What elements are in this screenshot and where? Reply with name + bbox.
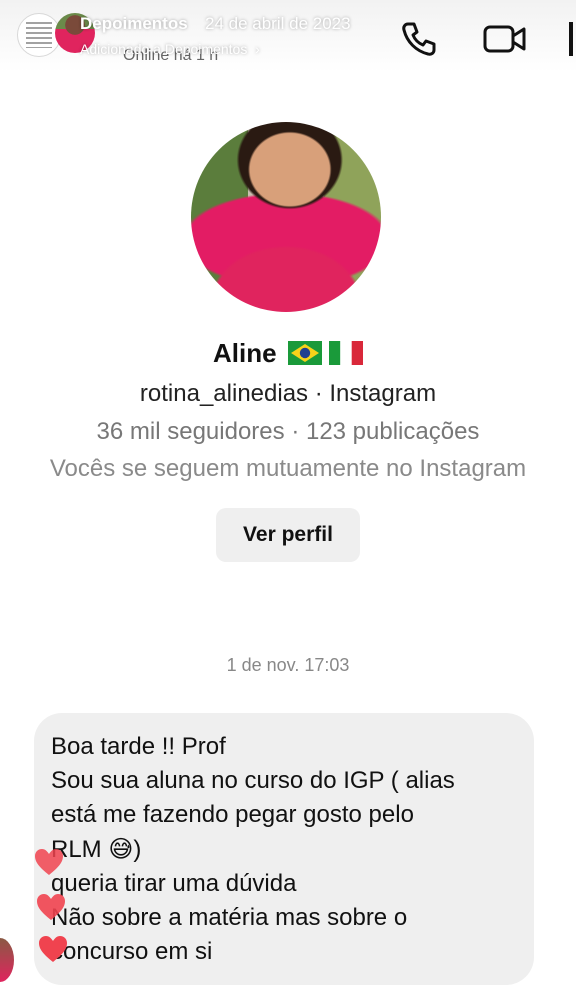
mutual-follow-note: Vocês se seguem mutuamente no Instagram (49, 455, 527, 482)
brazil-flag-icon (287, 341, 322, 365)
chevron-right-icon: › (251, 41, 260, 57)
info-icon[interactable] (566, 20, 576, 58)
message-line: queria tirar uma dúvida (51, 870, 297, 897)
story-title[interactable]: Depoimentos (80, 14, 188, 34)
message-line: Sou sua aluna no curso do IGP ( alias (51, 767, 455, 794)
profile-stats: 36 mil seguidores · 123 publicações (96, 418, 480, 445)
sender-avatar[interactable] (0, 938, 14, 982)
phone-icon[interactable] (398, 18, 438, 58)
video-camera-icon[interactable] (482, 18, 528, 58)
story-added-to-highlight[interactable]: Adicionado a Depoimentos › (80, 41, 260, 57)
heart-icon (35, 849, 63, 875)
profile-avatar[interactable] (191, 122, 381, 312)
message-bubble[interactable]: Boa tarde !! Prof Sou sua aluna no curso… (34, 713, 534, 985)
message-line: concurso em si (51, 938, 213, 965)
profile-name: Aline (212, 338, 277, 368)
profile-name-row: Aline (0, 338, 576, 369)
story-subtitle-label: Adicionado a Depoimentos (80, 41, 248, 57)
message-line: RLM 😅) (51, 836, 142, 863)
heart-icon (39, 936, 67, 962)
view-profile-button[interactable]: Ver perfil (216, 508, 360, 562)
message-timestamp: 1 de nov. 17:03 (226, 655, 350, 675)
message-line: está me fazendo pegar gosto pelo (51, 801, 414, 828)
message-line: Não sobre a matéria mas sobre o (51, 904, 408, 931)
profile-handle: rotina_alinedias · Instagram (139, 380, 437, 407)
story-date: 24 de abril de 2023 (205, 14, 351, 33)
italy-flag-icon (329, 341, 364, 365)
chat-header: Online há 1 h Depoimentos 24 de abril de… (0, 0, 576, 72)
heart-icon (37, 894, 65, 920)
message-line: Boa tarde !! Prof (51, 733, 226, 760)
